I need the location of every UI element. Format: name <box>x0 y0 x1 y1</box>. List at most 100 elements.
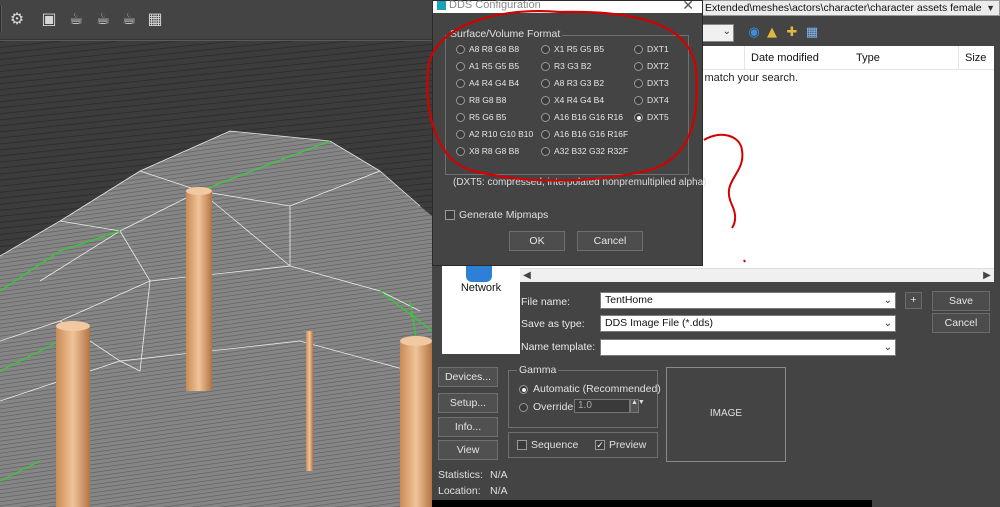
teapot-render-icon[interactable]: ☕ <box>65 8 87 30</box>
gamma-override-input[interactable]: 1.0 <box>574 399 630 413</box>
sequence-checkbox[interactable] <box>517 440 527 450</box>
format-label: A8 R3 G3 B2 <box>554 78 605 88</box>
scroll-right-icon[interactable]: ▶ <box>980 269 994 283</box>
file-name-label: File name: <box>521 296 571 308</box>
format-radio[interactable] <box>634 62 643 71</box>
render-setup-icon[interactable]: ⚙ <box>6 8 28 30</box>
format-radio[interactable] <box>541 113 550 122</box>
format-radio[interactable] <box>456 130 465 139</box>
back-icon[interactable]: ◉ <box>746 25 762 41</box>
format-radio[interactable] <box>456 45 465 54</box>
chevron-down-icon[interactable]: ⌄ <box>884 293 892 308</box>
gamma-automatic-label: Automatic (Recommended) <box>533 383 661 395</box>
view-menu-icon[interactable]: ▦ <box>804 25 820 41</box>
address-bar[interactable]: Extended\meshes\actors\character\charact… <box>700 0 1000 16</box>
cancel-button[interactable]: Cancel <box>932 313 990 333</box>
chevron-down-icon[interactable]: ▼ <box>986 1 995 15</box>
image-placeholder-label: IMAGE <box>709 408 743 419</box>
save-button[interactable]: Save <box>932 291 990 311</box>
close-icon[interactable]: ✕ <box>682 0 694 14</box>
horizontal-scrollbar[interactable]: ◀ ▶ <box>520 268 994 282</box>
setup-button[interactable]: Setup... <box>438 393 498 413</box>
column-left <box>56 321 90 507</box>
dds-title: DDS Configuration <box>449 0 541 11</box>
file-name-input[interactable]: TentHome ⌄ <box>600 292 896 309</box>
save-type-label: Save as type: <box>521 318 585 330</box>
chevron-down-icon: ⌄ <box>722 26 731 37</box>
render-frame-icon[interactable]: ▣ <box>38 8 60 30</box>
3d-viewport[interactable]: ⚙ ▣ ☕ ☕ ☕ ▦ <box>0 0 432 507</box>
format-radio[interactable] <box>541 96 550 105</box>
format-radio[interactable] <box>541 62 550 71</box>
toolbar-separator <box>0 6 2 32</box>
gamma-override-label: Override <box>533 401 574 413</box>
add-button[interactable]: + <box>905 292 922 309</box>
gamma-group: Gamma Automatic (Recommended) Override 1… <box>508 364 661 428</box>
view-button[interactable]: View <box>438 440 498 460</box>
format-radio[interactable] <box>634 45 643 54</box>
image-preview: IMAGE <box>666 367 786 462</box>
column-right <box>400 336 432 507</box>
format-description: (DXT5: compressed, interpolated nonpremu… <box>453 177 707 188</box>
format-label: DXT4 <box>647 95 669 105</box>
preview-checkbox[interactable]: ✓ <box>595 440 605 450</box>
teapot-active-icon[interactable]: ☕ <box>92 8 114 30</box>
render-gallery-icon[interactable]: ▦ <box>144 8 166 30</box>
column-type[interactable]: Type <box>850 46 950 70</box>
format-label: X8 R8 G8 B8 <box>469 146 520 156</box>
format-radio[interactable] <box>634 113 643 122</box>
gamma-automatic-radio[interactable] <box>519 385 528 394</box>
chevron-down-icon: ⌄ <box>883 318 892 329</box>
format-label: A2 R10 G10 B10 <box>469 129 534 139</box>
history-dropdown[interactable]: ⌄ <box>700 24 734 42</box>
format-radio[interactable] <box>541 45 550 54</box>
format-label: DXT3 <box>647 78 669 88</box>
name-template-select[interactable]: ⌄ <box>600 339 896 356</box>
spinner-icon[interactable]: ▲▼ <box>630 399 645 413</box>
up-folder-icon[interactable]: ▲ <box>764 25 780 41</box>
dds-titlebar[interactable]: DDS Configuration ✕ <box>433 0 702 14</box>
file-name-value: TentHome <box>605 294 653 306</box>
gamma-override-radio[interactable] <box>519 403 528 412</box>
surface-format-title: Surface/Volume Format <box>448 28 563 40</box>
network-label: Network <box>460 282 502 294</box>
format-label: X1 R5 G5 B5 <box>554 44 605 54</box>
format-radio[interactable] <box>456 62 465 71</box>
output-options-group: Sequence ✓ Preview <box>508 432 658 458</box>
new-folder-icon[interactable]: ✚ <box>784 25 800 41</box>
format-label: R3 G3 B2 <box>554 61 592 71</box>
format-radio[interactable] <box>541 130 550 139</box>
surface-format-group: Surface/Volume Format A8 R8 G8 B8 A1 R5 G… <box>445 28 689 175</box>
viewport-scene[interactable] <box>0 41 432 507</box>
cancel-button[interactable]: Cancel <box>577 231 643 251</box>
column-thin <box>306 331 313 471</box>
ok-button[interactable]: OK <box>509 231 565 251</box>
mipmaps-label: Generate Mipmaps <box>459 209 549 221</box>
scroll-left-icon[interactable]: ◀ <box>520 269 534 283</box>
statistics-label: Statistics: <box>438 469 483 481</box>
sequence-label: Sequence <box>531 439 579 451</box>
format-radio[interactable] <box>634 96 643 105</box>
mipmaps-checkbox[interactable] <box>445 210 455 220</box>
location-label: Location: <box>438 485 481 497</box>
column-size[interactable]: Size <box>958 46 994 70</box>
format-label: A16 B16 G16 R16F <box>554 129 629 139</box>
info-button[interactable]: Info... <box>438 417 498 437</box>
column-center <box>186 187 212 391</box>
format-radio[interactable] <box>456 96 465 105</box>
devices-button[interactable]: Devices... <box>438 367 498 387</box>
format-radio[interactable] <box>456 113 465 122</box>
teapot-iterative-icon[interactable]: ☕ <box>118 8 140 30</box>
save-type-select[interactable]: DDS Image File (*.dds) ⌄ <box>600 315 896 332</box>
name-template-label: Name template: <box>521 341 596 353</box>
format-radio[interactable] <box>634 79 643 88</box>
format-radio[interactable] <box>541 79 550 88</box>
chevron-down-icon: ⌄ <box>883 342 892 353</box>
format-label: DXT2 <box>647 61 669 71</box>
format-label: DXT5 <box>647 112 669 122</box>
format-radio[interactable] <box>456 147 465 156</box>
location-value: N/A <box>490 485 508 497</box>
viewport-toolbar: ⚙ ▣ ☕ ☕ ☕ ▦ <box>0 0 432 40</box>
format-radio[interactable] <box>456 79 465 88</box>
format-radio[interactable] <box>541 147 550 156</box>
